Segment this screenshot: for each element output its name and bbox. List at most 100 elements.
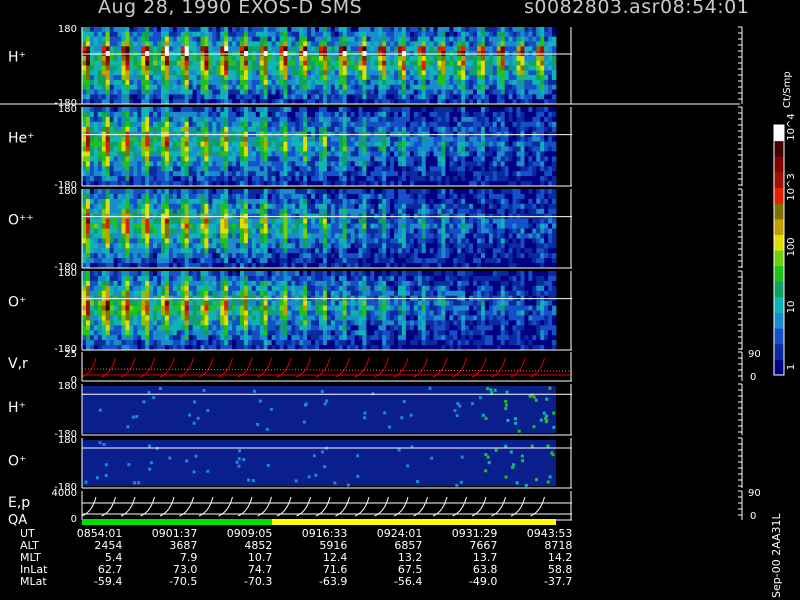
spectro-cell (220, 156, 225, 162)
spectro-cell (228, 31, 233, 37)
spectro-cell (263, 233, 269, 239)
spectro-cell (532, 55, 537, 62)
spectro-cell (244, 89, 249, 95)
spectro-cell (524, 161, 529, 167)
spectro-cell (172, 146, 178, 152)
spectro-cell (149, 60, 154, 66)
spectro-cell (477, 176, 482, 182)
spectro-cell (263, 116, 269, 123)
spectro-cell (421, 94, 427, 100)
spectro-cell (366, 79, 371, 86)
spectro-cell (413, 60, 419, 66)
spectro-cell (409, 70, 415, 76)
spectro-cell (172, 121, 178, 128)
spectro-cell (465, 75, 470, 81)
spectro-cell (405, 84, 411, 90)
spectro-cell (129, 141, 134, 147)
spectro-cell (236, 136, 241, 142)
spectro-cell (516, 94, 521, 100)
spectro-cell (236, 238, 241, 244)
spectro-cell (508, 166, 513, 172)
spectro-cell (113, 248, 118, 254)
spectro-cell (394, 176, 399, 182)
spectro-cell (520, 121, 525, 128)
spectro-cell (105, 126, 111, 133)
spectro-cell (307, 79, 312, 86)
spectro-cell (251, 189, 257, 195)
spectro-cell (133, 46, 138, 52)
spectro-cell (105, 166, 111, 172)
spectro-cell (232, 27, 237, 33)
spectro-cell (386, 65, 391, 71)
spectro-cell (299, 126, 304, 133)
spectro-cell (196, 70, 201, 76)
spectro-cell (89, 176, 95, 182)
spectro-cell (117, 218, 122, 224)
spectro-cell (319, 79, 324, 86)
spectro-cell (358, 146, 363, 152)
spectro-cell (445, 151, 450, 157)
spectro-cell (263, 126, 269, 133)
spectro-cell (319, 151, 324, 157)
spectro-cell (409, 60, 415, 66)
spectro-cell (275, 223, 280, 229)
spectro-cell (382, 79, 387, 86)
spectro-cell (350, 171, 355, 177)
spectro-cell (401, 141, 407, 147)
spectro-cell (93, 203, 99, 210)
spectro-cell (192, 46, 197, 52)
spectro-cell (89, 89, 95, 95)
spectro-cell (346, 31, 352, 37)
spectro-cell (279, 136, 284, 142)
spectro-cell (172, 141, 178, 147)
spectro-cell (323, 243, 328, 249)
spectro-cell (232, 151, 237, 157)
spectro-cell (141, 146, 146, 152)
spectro-cell (244, 65, 249, 71)
spectro-cell (299, 141, 304, 147)
spectro-cell (445, 84, 450, 90)
spectro-cell (283, 166, 288, 172)
spectro-cell (133, 223, 138, 229)
spectro-cell (544, 176, 549, 182)
spectro-cell (481, 166, 486, 172)
spectro-cell (504, 146, 510, 152)
spectro-cell (398, 89, 403, 95)
spectro-cell (255, 89, 261, 95)
y-tick-top: 180 (58, 104, 77, 115)
spectro-cell (283, 94, 288, 100)
spectro-cell (271, 171, 276, 177)
spectro-cell (299, 189, 304, 195)
spectro-cell (362, 146, 367, 152)
spectro-cell (390, 65, 395, 71)
spectro-cell (283, 126, 288, 133)
spectro-cell (445, 79, 450, 86)
spectro-cell (319, 146, 324, 152)
spectro-cell (453, 141, 458, 147)
spectro-cell (164, 41, 170, 47)
spectro-cell (342, 248, 348, 254)
spectro-cell (326, 94, 332, 100)
spectro-cell (101, 141, 107, 147)
spectro-cell (433, 156, 438, 162)
spectro-cell (311, 193, 316, 200)
spectro-cell (125, 223, 130, 229)
spectro-cell (149, 189, 154, 195)
spectro-cell (326, 36, 332, 42)
spectro-cell (208, 55, 213, 62)
spectro-cell (93, 89, 99, 95)
spectro-cell (93, 161, 99, 167)
spectro-cell (228, 223, 233, 229)
spectro-cell (334, 223, 340, 229)
spectro-cell (421, 75, 427, 81)
spectro-cell (86, 146, 91, 152)
spectro-cell (141, 156, 146, 162)
spectro-cell (370, 171, 375, 177)
spectro-cell (172, 156, 178, 162)
spectro-cell (504, 161, 510, 167)
spectro-cell (86, 203, 91, 210)
spectro-cell (504, 60, 510, 66)
spectro-cell (405, 176, 411, 182)
spectro-cell (366, 75, 371, 81)
spectro-cell (121, 70, 126, 76)
